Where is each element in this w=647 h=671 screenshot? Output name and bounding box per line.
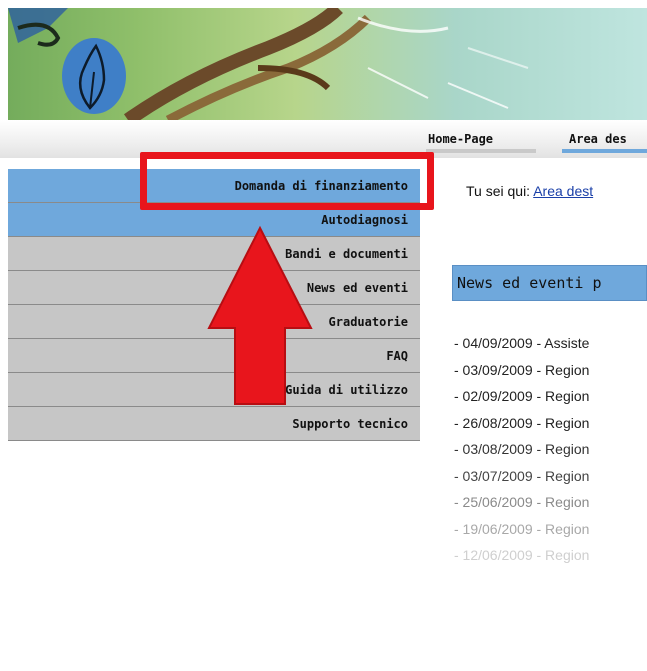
news-list: - 04/09/2009 - Assiste - 03/09/2009 - Re… bbox=[454, 335, 647, 574]
header-banner bbox=[8, 8, 647, 120]
news-item[interactable]: - 02/09/2009 - Region bbox=[454, 388, 647, 415]
sidebar-item-label: Supporto tecnico bbox=[292, 417, 408, 431]
sidebar-item-supporto-tecnico[interactable]: Supporto tecnico bbox=[8, 407, 420, 441]
news-item[interactable]: - 12/06/2009 - Region bbox=[454, 547, 647, 574]
red-arrow-up-icon bbox=[207, 225, 313, 405]
news-section-title: News ed eventi p bbox=[452, 265, 647, 301]
sidebar-item-label: News ed eventi bbox=[306, 281, 408, 295]
news-item[interactable]: - 03/08/2009 - Region bbox=[454, 441, 647, 468]
leaf-logo-icon bbox=[60, 32, 128, 116]
news-item[interactable]: - 26/08/2009 - Region bbox=[454, 415, 647, 442]
breadcrumb-prefix: Tu sei qui: bbox=[466, 183, 531, 199]
news-item[interactable]: - 19/06/2009 - Region bbox=[454, 521, 647, 548]
sidebar-item-label: Graduatorie bbox=[328, 315, 408, 329]
nav-area-destinatari[interactable]: Area des bbox=[569, 132, 627, 146]
breadcrumb-link[interactable]: Area dest bbox=[533, 183, 593, 199]
sidebar-item-label: Autodiagnosi bbox=[321, 213, 408, 227]
nav-home-underline bbox=[426, 149, 536, 153]
news-item[interactable]: - 25/06/2009 - Region bbox=[454, 494, 647, 521]
nav-area-underline bbox=[562, 149, 647, 153]
sidebar-item-label: FAQ bbox=[386, 349, 408, 363]
news-item[interactable]: - 03/09/2009 - Region bbox=[454, 362, 647, 389]
nav-home-page[interactable]: Home-Page bbox=[428, 132, 493, 146]
highlight-box bbox=[140, 152, 434, 210]
breadcrumb: Tu sei qui: Area dest bbox=[466, 183, 593, 199]
news-item[interactable]: - 03/07/2009 - Region bbox=[454, 468, 647, 495]
news-item[interactable]: - 04/09/2009 - Assiste bbox=[454, 335, 647, 362]
